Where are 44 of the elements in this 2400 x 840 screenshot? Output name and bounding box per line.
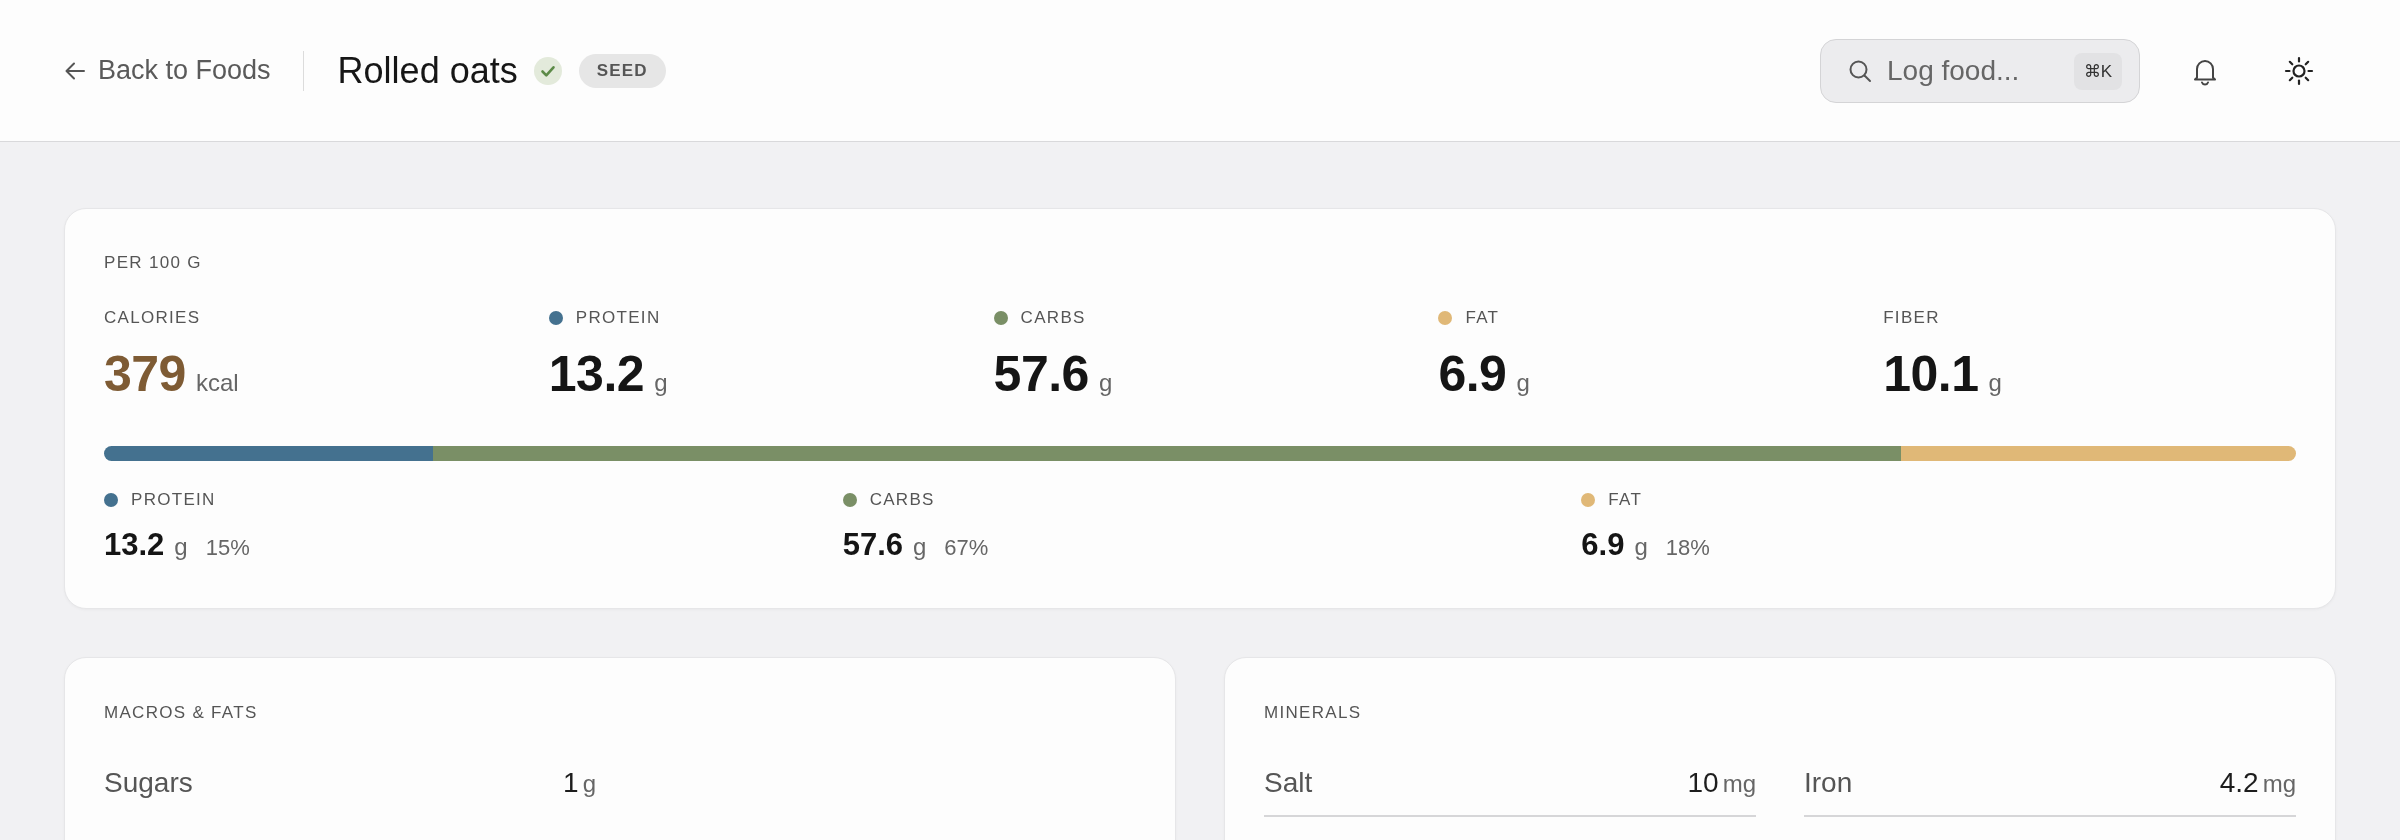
sun-icon[interactable] (2284, 55, 2314, 86)
section-heading: MINERALS (1264, 703, 1363, 723)
unit-label: mg (2262, 770, 2296, 798)
unit-label: g (1516, 369, 1530, 397)
stat-value: 379 (104, 348, 186, 400)
unit-label: g (654, 369, 668, 397)
stat-value: 6.9 (1438, 348, 1507, 400)
unit-label: g (913, 533, 927, 561)
unit-label: kcal (195, 369, 239, 397)
unit-label: g (1988, 369, 2002, 397)
stat-value: 57.6 (993, 348, 1089, 400)
stat-label: PROTEIN (575, 308, 661, 328)
section-heading: MACROS & FATS (104, 703, 259, 723)
nutrient-amount: 10 (1687, 767, 1719, 799)
stat-label: CARBS (1020, 308, 1086, 328)
nutrient-name: Salt (1264, 767, 1314, 799)
search-icon (1848, 58, 1872, 83)
unit-label: mg (1722, 770, 1756, 798)
legend-label: FAT (1608, 490, 1643, 510)
stat-label: CALORIES (104, 308, 201, 328)
macro-value: 57.6 (842, 528, 903, 562)
seed-badge: SEED (578, 53, 666, 88)
page-title: Rolled oats (337, 49, 518, 92)
unit-label: g (1634, 533, 1648, 561)
legend-label: CARBS (869, 490, 935, 510)
percent-label: 15% (205, 535, 250, 561)
back-link[interactable]: Back to Foods (64, 55, 271, 86)
nutrient-amount: 1 (563, 767, 579, 799)
unit-label: g (1098, 369, 1113, 397)
macro-value: 13.2 (104, 528, 165, 562)
percent-label: 67% (944, 535, 989, 561)
nutrient-name: Iron (1804, 767, 1854, 799)
stat-label: FAT (1465, 308, 1500, 328)
unit-label: g (582, 770, 596, 798)
percent-label: 18% (1665, 535, 1710, 561)
nutrient-amount: 4.2 (2219, 767, 2259, 799)
unit-label: g (174, 533, 188, 561)
nutrient-name: Sugars (104, 767, 194, 799)
stat-value: 13.2 (548, 348, 645, 400)
stat-label: FIBER (1883, 308, 1940, 328)
legend-label: PROTEIN (131, 490, 216, 510)
stat-value: 10.1 (1883, 348, 1979, 400)
section-heading: PER 100 G (104, 253, 203, 273)
macro-value: 6.9 (1581, 528, 1625, 562)
